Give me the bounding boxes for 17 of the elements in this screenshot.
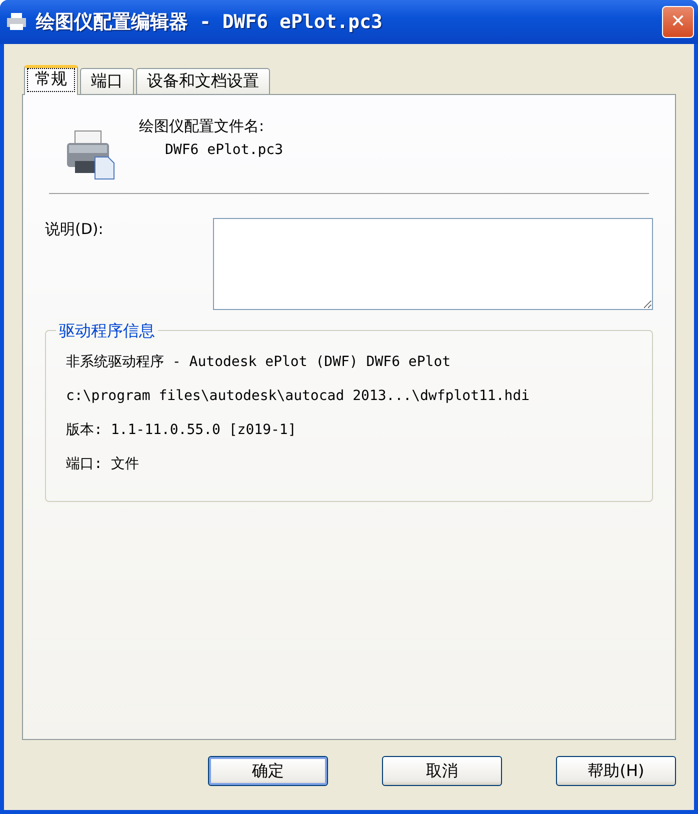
info-line: 版本: 1.1-11.0.55.0 [z019-1] xyxy=(66,421,298,440)
dialog-button[interactable]: 帮助(H) xyxy=(556,756,676,786)
info-line: 端口: 文件 xyxy=(66,455,140,474)
file-name: DWF6 ePlot.pc3 xyxy=(164,140,284,160)
description-label: 说明(D): xyxy=(45,219,104,240)
tab[interactable]: 设备和文档设置 xyxy=(136,68,270,94)
tab[interactable]: 端口 xyxy=(80,68,134,94)
printer-icon xyxy=(6,12,28,32)
window-title: 绘图仪配置编辑器 - DWF6 ePlot.pc3 xyxy=(36,10,382,35)
tab[interactable]: 常规 xyxy=(24,65,78,95)
printer-icon xyxy=(65,129,117,181)
info-line: 非系统驱动程序 - Autodesk ePlot (DWF) DWF6 ePlot xyxy=(66,353,452,372)
info-line: c:\program files\autodesk\autocad 2013...\dwfplot11.hdi xyxy=(66,387,531,406)
dialog-button[interactable]: 确定 xyxy=(208,756,328,786)
file-name-label: 绘图仪配置文件名: xyxy=(139,116,266,137)
dialog-button[interactable]: 取消 xyxy=(382,756,502,786)
description-field[interactable] xyxy=(213,218,653,310)
